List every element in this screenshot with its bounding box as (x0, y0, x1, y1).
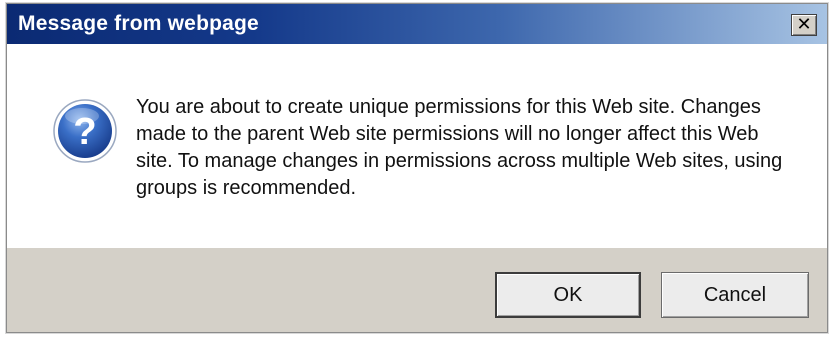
dialog-titlebar[interactable]: Message from webpage ✕ (7, 4, 827, 44)
dialog-content: ? You are about to create unique permiss… (7, 44, 827, 248)
question-icon: ? (53, 99, 117, 163)
svg-text:?: ? (73, 111, 96, 153)
message-dialog: Message from webpage ✕ ? You are about t… (6, 3, 828, 333)
cancel-button[interactable]: Cancel (661, 272, 809, 318)
close-button[interactable]: ✕ (791, 14, 817, 36)
dialog-button-bar: OK Cancel (7, 248, 827, 332)
close-icon: ✕ (796, 14, 812, 34)
ok-button[interactable]: OK (495, 272, 641, 318)
dialog-message: You are about to create unique permissio… (136, 96, 783, 199)
dialog-title: Message from webpage (18, 12, 259, 35)
